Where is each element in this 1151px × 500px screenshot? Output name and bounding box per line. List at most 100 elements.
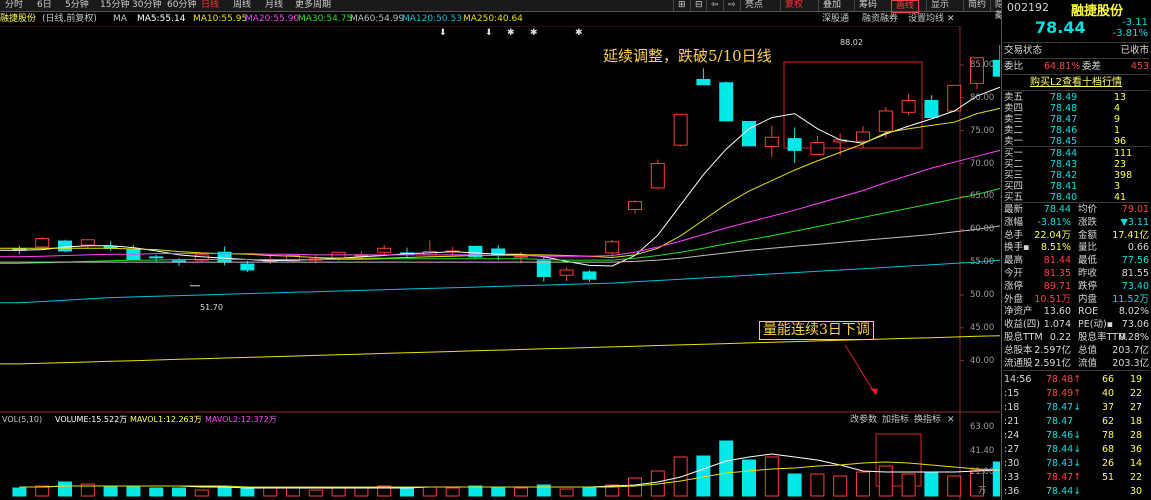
- stat-label: 今开: [1004, 268, 1024, 279]
- volume-bar: [103, 486, 118, 497]
- vol-params-button[interactable]: 改参数: [850, 414, 877, 426]
- period-tab-5[interactable]: 60分钟: [164, 0, 199, 11]
- volume-bar: [787, 473, 802, 497]
- volume-bar: [194, 489, 209, 497]
- period-tab-0[interactable]: 分时: [2, 0, 26, 11]
- period-tab-3[interactable]: 15分钟: [97, 0, 132, 11]
- stat-value: 73.40: [1121, 280, 1149, 292]
- stat-label: 涨停: [1004, 280, 1024, 292]
- stat-row: 总股本 2.597亿 总值 203.7亿: [1004, 345, 1149, 357]
- ma-line-ma5: [0, 86, 1000, 267]
- stat-label: 均价: [1078, 204, 1098, 215]
- arrow-right-icon[interactable]: ⇨: [723, 0, 740, 11]
- toolbar-button-5[interactable]: 显示: [926, 0, 953, 11]
- toolbar-button-3[interactable]: 筹码: [854, 0, 881, 11]
- annotation-volume: 量能连续3日下调: [759, 321, 874, 340]
- stat-label: 净资产: [1004, 306, 1033, 318]
- zoom-in-icon[interactable]: ⊞: [673, 0, 690, 11]
- volume-axis-label: 万: [978, 486, 987, 496]
- toolbar-button-1[interactable]: 复权: [780, 0, 807, 11]
- toolbar-button-2[interactable]: 叠加: [818, 0, 845, 11]
- stat-label: 总值: [1078, 344, 1098, 356]
- volume-bar: [833, 475, 848, 497]
- volume-bar: [286, 487, 300, 497]
- toolbar-button-6[interactable]: 简约: [963, 0, 990, 11]
- candle-body: [856, 131, 870, 142]
- link-ma-settings[interactable]: 设置均线: [908, 12, 944, 26]
- status-row: 交易状态 已收市: [1004, 45, 1149, 57]
- stat-row: 今开 81.35 昨收 81.55: [1004, 268, 1149, 280]
- tick-time: :15: [1004, 388, 1020, 399]
- tick-count: 36: [1130, 444, 1143, 455]
- volume-bar: [331, 487, 346, 497]
- tick-row: :24 78.46↓ 78 28: [1004, 430, 1149, 442]
- stat-value: 0.66: [1127, 242, 1149, 254]
- period-tab-1[interactable]: 6日: [34, 0, 55, 11]
- l2-link[interactable]: 购买L2查看十档行情: [1003, 77, 1149, 89]
- tick-time: :27: [1004, 444, 1020, 455]
- stat-value: 22.04万: [1034, 229, 1071, 241]
- stat-label: 最新: [1004, 204, 1024, 215]
- vol-add-indicator-button[interactable]: 加指标: [882, 414, 909, 426]
- period-tab-2[interactable]: 5分钟: [62, 0, 92, 11]
- stat-value: 81.44: [1043, 255, 1071, 267]
- stat-value: 8.02%: [1118, 306, 1149, 318]
- vol-switch-indicator-button[interactable]: 换指标: [914, 414, 941, 426]
- period-tab-4[interactable]: 30分钟: [129, 0, 164, 11]
- tick-count: 28: [1130, 430, 1143, 441]
- kline-chart[interactable]: [0, 26, 1000, 500]
- toolbar-button-0[interactable]: 亮点: [740, 0, 767, 11]
- period-tab-9[interactable]: 更多周期: [292, 0, 334, 11]
- stat-label: 涨跌: [1078, 216, 1098, 228]
- ma-value-3: MA30:54.75: [298, 14, 353, 24]
- candle-body: [582, 271, 597, 280]
- annotation-arrowhead: [870, 388, 878, 395]
- price-axis-label: 55.00: [970, 257, 995, 268]
- close-icon[interactable]: ✕: [947, 12, 955, 26]
- stat-label: 股息TTM: [1004, 332, 1043, 343]
- volume-bar: [719, 440, 734, 497]
- candle-body: [764, 136, 779, 147]
- mavol1-value: MAVOL1:12.263万: [130, 415, 202, 424]
- stat-value: 8.51%: [1040, 242, 1071, 254]
- volume-bar: [514, 487, 528, 497]
- stat-value: 203.3亿: [1112, 357, 1149, 369]
- zoom-out-icon[interactable]: ⊟: [690, 0, 707, 11]
- arrow-left-icon[interactable]: ⇦: [706, 0, 723, 11]
- tick-volume: 40: [1102, 388, 1115, 399]
- candle-body: [924, 99, 939, 119]
- stat-label: 总股本: [1004, 344, 1033, 356]
- tick-price: 78.48↑: [1046, 374, 1082, 385]
- wc-value: 453: [1130, 61, 1149, 72]
- tick-count: 18: [1130, 416, 1143, 427]
- candle-body: [787, 138, 802, 151]
- period-tab-6[interactable]: 日线: [198, 0, 222, 11]
- candle-body: [58, 240, 72, 252]
- stat-value: 0.28%: [1118, 332, 1149, 343]
- stat-row: 涨幅 -3.81% 涨跌 ▼3.11: [1004, 217, 1149, 229]
- link-margin[interactable]: 融资融券: [862, 12, 898, 26]
- wb-value: 64.81%: [1044, 61, 1081, 72]
- stat-label: 总手: [1004, 229, 1024, 241]
- period-tab-8[interactable]: 月线: [262, 0, 286, 11]
- tick-time: :30: [1004, 458, 1020, 469]
- wb-label: 委比: [1004, 61, 1024, 72]
- tick-time: :33: [1004, 472, 1020, 483]
- tick-count: 14: [1130, 458, 1143, 469]
- stat-value: 13.60: [1043, 306, 1071, 318]
- vol-close-icon[interactable]: ✕: [947, 414, 955, 426]
- volume-bar: [445, 487, 460, 497]
- stat-label: 最高: [1004, 255, 1024, 267]
- period-tab-7[interactable]: 周线: [230, 0, 254, 11]
- link-hkconnect[interactable]: 深股通: [822, 12, 849, 26]
- stat-value: 73.06: [1121, 319, 1149, 331]
- volume-bar: [856, 471, 870, 497]
- chart-stock-name: 融捷股份: [0, 14, 37, 24]
- candle-body: [947, 84, 962, 112]
- tick-price: 78.47: [1046, 416, 1074, 427]
- stat-row: 涨停 89.71 跌停 73.40: [1004, 281, 1149, 293]
- stat-value: 10.51万: [1034, 293, 1071, 305]
- stat-row: 收益(四) 1.074 PE(动)▪ 73.06: [1004, 319, 1149, 331]
- tick-count: 27: [1130, 402, 1143, 413]
- volume-bar: [628, 477, 642, 497]
